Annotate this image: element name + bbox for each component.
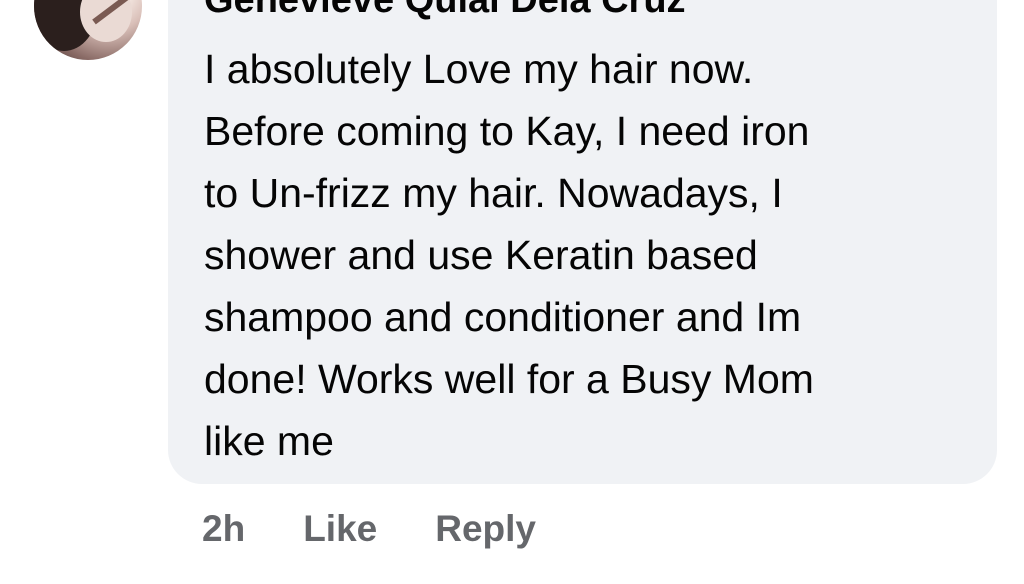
comment-timestamp[interactable]: 2h	[202, 508, 245, 550]
comment-thread: Genevieve Quiai Dela Cruz I absolutely L…	[0, 0, 1024, 584]
comment-line: shampoo and conditioner and Im	[204, 294, 802, 340]
comment-text: I absolutely Love my hair now. Before co…	[204, 38, 984, 472]
comment-line: shower and use Keratin based	[204, 232, 758, 278]
comment-line: done! Works well for a Busy Mom	[204, 356, 814, 402]
reply-button[interactable]: Reply	[435, 508, 536, 550]
comment-author[interactable]: Genevieve Quiai Dela Cruz	[204, 0, 686, 20]
comment-line: I absolutely Love my hair now.	[204, 46, 754, 92]
comment-line: Before coming to Kay, I need iron	[204, 108, 810, 154]
comment-actions: 2h Like Reply	[202, 508, 536, 550]
like-button[interactable]: Like	[303, 508, 377, 550]
comment-line: like me	[204, 418, 334, 464]
profile-photo-icon	[34, 0, 132, 51]
comment-line: to Un-frizz my hair. Nowadays, I	[204, 170, 783, 216]
avatar[interactable]	[34, 0, 142, 60]
